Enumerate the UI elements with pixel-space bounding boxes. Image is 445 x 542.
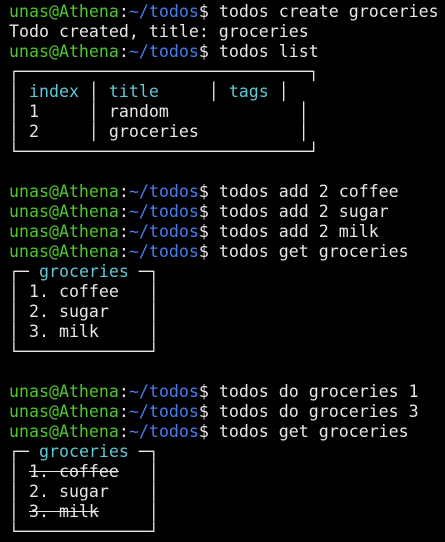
command-text: todos do groceries 1 bbox=[208, 382, 419, 401]
prompt-user: unas@Athena bbox=[9, 402, 119, 421]
todo-box-top: ┌─ groceries ─┐ bbox=[9, 442, 159, 461]
prompt-line: unas@Athena:~/todos$ todos get groceries bbox=[9, 422, 445, 442]
prompt-user: unas@Athena bbox=[9, 2, 119, 21]
prompt-path: ~/todos bbox=[128, 382, 199, 401]
todo-item-text-done: 3. milk bbox=[28, 502, 99, 521]
prompt-symbol: $ bbox=[198, 242, 209, 261]
todo-item: │ 3. milk │ bbox=[9, 322, 159, 341]
prompt-symbol: $ bbox=[198, 182, 209, 201]
prompt-user: unas@Athena bbox=[9, 422, 119, 441]
prompt-path: ~/todos bbox=[128, 182, 199, 201]
prompt-separator: : bbox=[118, 222, 129, 241]
todo-box-title: groceries bbox=[38, 442, 129, 461]
prompt-line: unas@Athena:~/todos$ todos list bbox=[9, 42, 445, 62]
prompt-user: unas@Athena bbox=[9, 242, 119, 261]
list-table: ┌─────────────────────────────┐ │ index … bbox=[9, 62, 445, 162]
prompt-line: unas@Athena:~/todos$ todos add 2 sugar bbox=[9, 202, 445, 222]
todo-item-text: 2. sugar bbox=[28, 482, 109, 501]
prompt-path: ~/todos bbox=[128, 402, 199, 421]
todo-item: │ 1. coffee │ bbox=[9, 462, 159, 481]
prompt-user: unas@Athena bbox=[9, 42, 119, 61]
todo-list-box: ┌─ groceries ─┐ │ 1. coffee │ │ 2. sugar… bbox=[9, 262, 445, 362]
todo-box-top: ┌─ groceries ─┐ bbox=[9, 262, 159, 281]
prompt-separator: : bbox=[118, 182, 129, 201]
command-text: todos create groceries bbox=[208, 2, 439, 21]
prompt-separator: : bbox=[118, 422, 129, 441]
prompt-symbol: $ bbox=[198, 402, 209, 421]
todo-box-bottom: └─────────────┘ bbox=[9, 342, 159, 361]
prompt-line: unas@Athena:~/todos$ todos add 2 coffee bbox=[9, 182, 445, 202]
prompt-path: ~/todos bbox=[128, 42, 199, 61]
table-header-title: title bbox=[108, 82, 159, 101]
table-top-border: ┌─────────────────────────────┐ bbox=[9, 62, 319, 81]
prompt-line: unas@Athena:~/todos$ todos create grocer… bbox=[9, 2, 445, 22]
table-header-index: index bbox=[28, 82, 79, 101]
prompt-symbol: $ bbox=[198, 202, 209, 221]
prompt-separator: : bbox=[118, 202, 129, 221]
prompt-separator: : bbox=[118, 402, 129, 421]
prompt-line: unas@Athena:~/todos$ todos get groceries bbox=[9, 242, 445, 262]
prompt-symbol: $ bbox=[198, 382, 209, 401]
command-text: todos add 2 coffee bbox=[208, 182, 399, 201]
prompt-separator: : bbox=[118, 42, 129, 61]
command-text: todos get groceries bbox=[208, 422, 409, 441]
prompt-path: ~/todos bbox=[128, 242, 199, 261]
command-text: todos list bbox=[208, 42, 319, 61]
prompt-symbol: $ bbox=[198, 2, 209, 21]
prompt-separator: : bbox=[118, 382, 129, 401]
command-text: todos add 2 sugar bbox=[208, 202, 389, 221]
prompt-line: unas@Athena:~/todos$ todos do groceries … bbox=[9, 382, 445, 402]
prompt-symbol: $ bbox=[198, 222, 209, 241]
prompt-path: ~/todos bbox=[128, 2, 199, 21]
table-header-tags: tags bbox=[228, 82, 269, 101]
todo-item: │ 1. coffee │ bbox=[9, 282, 159, 301]
todo-item: │ 2. sugar │ bbox=[9, 482, 159, 501]
prompt-path: ~/todos bbox=[128, 202, 199, 221]
command-text: todos add 2 milk bbox=[208, 222, 379, 241]
prompt-user: unas@Athena bbox=[9, 182, 119, 201]
prompt-line: unas@Athena:~/todos$ todos add 2 milk bbox=[9, 222, 445, 242]
todo-item-text: 3. milk bbox=[28, 322, 99, 341]
table-row: │ 2 │ groceries │ bbox=[9, 122, 309, 141]
todo-list-box-updated: ┌─ groceries ─┐ │ 1. coffee │ │ 2. sugar… bbox=[9, 442, 445, 542]
table-cell-index: 2 bbox=[28, 122, 39, 141]
prompt-symbol: $ bbox=[198, 42, 209, 61]
prompt-line: unas@Athena:~/todos$ todos do groceries … bbox=[9, 402, 445, 422]
output-line: Todo created, title: groceries bbox=[9, 22, 309, 41]
todo-item-text-done: 1. coffee bbox=[28, 462, 119, 481]
table-cell-title: random bbox=[108, 102, 169, 121]
prompt-path: ~/todos bbox=[128, 422, 199, 441]
todo-box-title: groceries bbox=[38, 262, 129, 281]
table-cell-title: groceries bbox=[108, 122, 199, 141]
todo-item: │ 2. sugar │ bbox=[9, 302, 159, 321]
prompt-path: ~/todos bbox=[128, 222, 199, 241]
table-row: │ 1 │ random │ bbox=[9, 102, 309, 121]
prompt-separator: : bbox=[118, 2, 129, 21]
table-bottom-border: └─────────────────────────────┘ bbox=[9, 142, 319, 161]
prompt-user: unas@Athena bbox=[9, 382, 119, 401]
command-text: todos do groceries 3 bbox=[208, 402, 419, 421]
terminal[interactable]: unas@Athena:~/todos$ todos create grocer… bbox=[9, 2, 445, 542]
todo-box-bottom: └─────────────┘ bbox=[9, 522, 159, 541]
todo-item-text: 1. coffee bbox=[28, 282, 119, 301]
todo-item-text: 2. sugar bbox=[28, 302, 109, 321]
prompt-user: unas@Athena bbox=[9, 202, 119, 221]
prompt-symbol: $ bbox=[198, 422, 209, 441]
table-cell-index: 1 bbox=[28, 102, 39, 121]
todo-item: │ 3. milk │ bbox=[9, 502, 159, 521]
table-header-row: │ index │ title │ tags │ bbox=[9, 82, 289, 101]
prompt-separator: : bbox=[118, 242, 129, 261]
prompt-user: unas@Athena bbox=[9, 222, 119, 241]
command-text: todos get groceries bbox=[208, 242, 409, 261]
